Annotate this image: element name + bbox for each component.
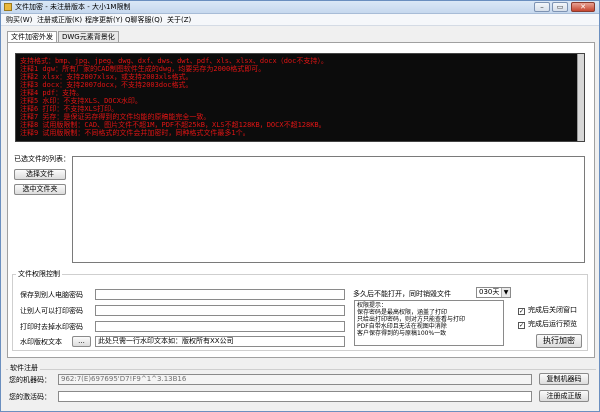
watermark-text-field[interactable]: 此处只需一行水印文本如：版权所有XX公司 [95, 336, 345, 347]
app-window: 文件加密 - 未注册版本 - 大小1M限制 – ▭ ✕ 购买(W) 注册或正版(… [0, 0, 600, 412]
chevron-down-icon: ▼ [501, 288, 510, 297]
copy-machine-code-button[interactable]: 复制机器码 [539, 373, 589, 385]
machine-code-field[interactable]: 962:7(E)697695'D7!F9^1^3.13B16 [58, 374, 532, 385]
file-list[interactable] [72, 156, 585, 263]
hint-line: 客户保存得到的与原稿100%一致 [357, 330, 447, 337]
permissions-group-title: 文件权限控制 [16, 270, 62, 278]
print-password-label: 让别人可以打印密码 [20, 307, 83, 315]
menu-about[interactable]: 关于(Z) [167, 15, 191, 25]
hint-line: 权限提示： [357, 302, 388, 309]
activation-code-field[interactable] [58, 391, 532, 402]
title-bar: 文件加密 - 未注册版本 - 大小1M限制 – ▭ ✕ [1, 1, 599, 14]
register-button[interactable]: 注册成正版 [539, 390, 589, 402]
minimize-button[interactable]: – [534, 2, 550, 12]
expiry-select[interactable]: 030天 ▼ [476, 287, 511, 298]
menu-update[interactable]: 程序更新(Y) [85, 15, 123, 25]
menu-support[interactable]: Q聊客服(Q) [125, 15, 162, 25]
select-folder-button[interactable]: 选中文件夹 [14, 184, 66, 195]
registration-group-title: 软件注册 [8, 364, 40, 372]
tab-dwg-background[interactable]: DWG元素背景化 [58, 31, 119, 42]
close-after-label: 完成后关闭窗口 [528, 306, 577, 314]
activation-code-label: 您的激活码： [9, 393, 51, 401]
console-line: 注释3 docx：支持2007docx，不支持2003doc格式。 [20, 81, 193, 89]
console-scrollbar[interactable] [577, 54, 584, 141]
menu-buy[interactable]: 购买(W) [6, 15, 32, 25]
menu-bar: 购买(W) 注册或正版(K) 程序更新(Y) Q聊客服(Q) 关于(Z) [1, 14, 599, 26]
app-icon [4, 3, 12, 11]
print-password-field[interactable] [95, 305, 345, 316]
machine-code-label: 您的机器码： [9, 376, 51, 384]
encrypt-button[interactable]: 执行加密 [536, 334, 582, 348]
hint-line: PDF自带水印且无法在视图中消除 [357, 323, 447, 330]
console-line: 注释6 打印：不支持XLS打印。 [20, 105, 119, 113]
checkbox-checked-icon: ✓ [518, 322, 525, 329]
menu-register[interactable]: 注册或正版(K) [37, 15, 82, 25]
watermark-browse-button[interactable]: ... [72, 336, 91, 347]
close-button[interactable]: ✕ [571, 2, 595, 12]
hint-line: 保存密码是最高权限，涵盖了打印 [357, 309, 448, 316]
expiry-label: 多久后不能打开，同时销毁文件 [353, 290, 451, 298]
console-line: 注释1 dgw：所有厂家的CAD制图软件生成的dwg，均要另存为2000格式即可… [20, 65, 266, 73]
console-line: 注释9 试用版限制：不同格式的文件会并加密时，同种格式文件最多1个。 [20, 129, 250, 137]
preview-after-checkbox[interactable]: ✓ 完成后运行预览 [518, 320, 577, 329]
hint-line: 只给出打印密码，则对方只能查看与打印 [357, 316, 466, 323]
console-line: 支持格式：bmp、jpg、jpeg、dwg、dxf、dws、dwt、pdf、xl… [20, 57, 328, 65]
maximize-button[interactable]: ▭ [552, 2, 568, 12]
select-file-button[interactable]: 选择文件 [14, 169, 66, 180]
console-line: 注释5 水印：不支持XLS、DOCX水印。 [20, 97, 142, 105]
console-line: 注释4 pdf：支持。 [20, 89, 84, 97]
preview-after-label: 完成后运行预览 [528, 320, 577, 328]
console-line: 注释8 试用版限制：CAD、图片文件不超1M，PDF不超25kB，XLS不超12… [20, 121, 326, 129]
close-after-checkbox[interactable]: ✓ 完成后关闭窗口 [518, 306, 577, 315]
save-password-field[interactable] [95, 289, 345, 300]
expiry-select-value: 030天 [479, 288, 500, 296]
remove-watermark-password-label: 打印时去掉水印密码 [20, 323, 83, 331]
checkbox-checked-icon: ✓ [518, 308, 525, 315]
save-password-label: 保存到别人电脑密码 [20, 291, 83, 299]
permission-hint-box: 权限提示： 保存密码是最高权限，涵盖了打印 只给出打印密码，则对方只能查看与打印… [354, 300, 504, 346]
console-line: 注释2 xlsx：支持2007xlsx，或支持2003xls格式。 [20, 73, 193, 81]
remove-watermark-password-field[interactable] [95, 321, 345, 332]
watermark-text-label: 水印版权文本 [20, 338, 62, 346]
console-line: 注释7 另存：是保证另存得到的文件均能的原稿能完全一致。 [20, 113, 211, 121]
window-title: 文件加密 - 未注册版本 - 大小1M限制 [15, 3, 131, 11]
encrypt-panel: 支持格式：bmp、jpg、jpeg、dwg、dxf、dws、dwt、pdf、xl… [7, 42, 595, 358]
file-list-label: 已选文件的列表： [14, 155, 70, 163]
info-console: 支持格式：bmp、jpg、jpeg、dwg、dxf、dws、dwt、pdf、xl… [15, 53, 585, 142]
